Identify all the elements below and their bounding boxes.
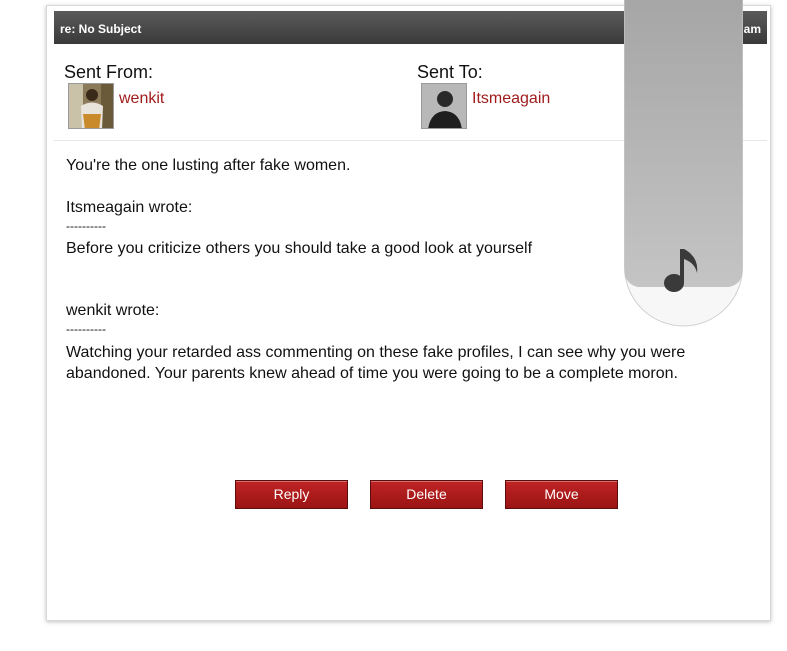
quote-text: Before you criticize others you should t…	[66, 240, 533, 257]
music-note-icon[interactable]	[661, 243, 701, 295]
quote-header: Itsmeagain wrote:	[66, 199, 193, 216]
message-line: You're the one lusting after fake women.	[66, 157, 351, 174]
move-button[interactable]: Move	[505, 480, 618, 509]
quote-header: wenkit wrote:	[66, 302, 160, 319]
music-player-overlay[interactable]	[624, 0, 743, 327]
sent-to-label: Sent To:	[417, 62, 483, 82]
quote-separator: ----------	[66, 219, 106, 233]
recipient-avatar[interactable]	[421, 83, 467, 129]
quote-text: abandoned. Your parents knew ahead of ti…	[66, 365, 678, 382]
sent-from-label: Sent From:	[64, 62, 154, 82]
reply-button[interactable]: Reply	[235, 480, 348, 509]
delete-button[interactable]: Delete	[370, 480, 483, 509]
message-subject: re: No Subject	[60, 22, 142, 36]
sender-avatar[interactable]	[68, 83, 114, 129]
quote-separator: ----------	[66, 322, 106, 336]
quote-text: Watching your retarded ass commenting on…	[66, 344, 686, 361]
recipient-username-link[interactable]: Itsmeagain	[472, 90, 550, 108]
sender-username-link[interactable]: wenkit	[119, 90, 164, 108]
